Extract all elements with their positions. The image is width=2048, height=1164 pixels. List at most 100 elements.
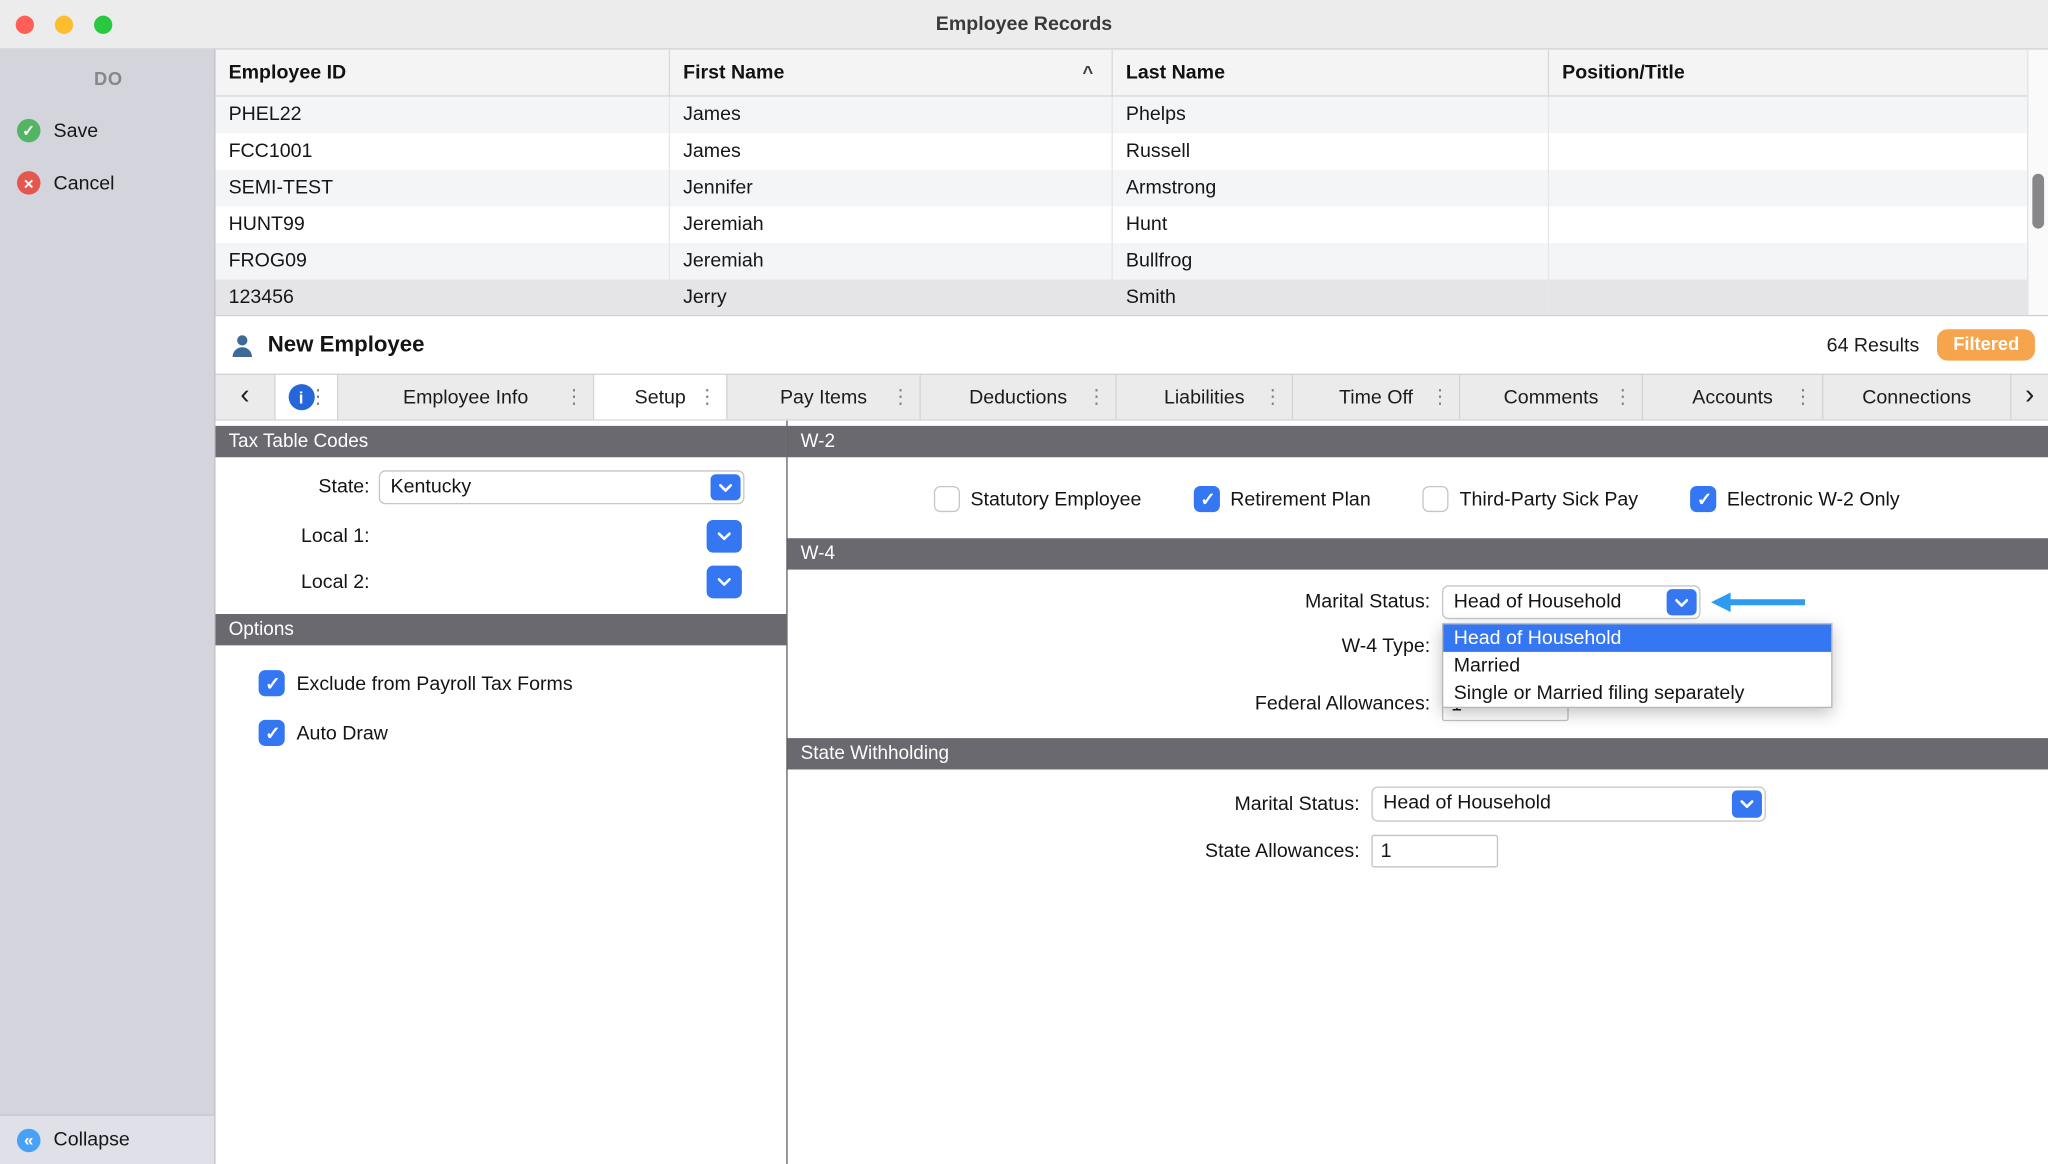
state-label: State: (216, 470, 370, 504)
person-icon (229, 331, 256, 358)
column-header-last-name[interactable]: Last Name (1113, 50, 1549, 96)
ellipsis-icon: ⋮ (891, 387, 911, 407)
ellipsis-icon: ⋮ (1087, 387, 1107, 407)
checkbox-retirement-plan[interactable] (1194, 486, 1220, 512)
section-header-w4: W-4 (788, 538, 2048, 569)
title-bar: Employee Records (0, 0, 2048, 50)
local1-label: Local 1: (216, 520, 370, 553)
ellipsis-icon: ⋮ (564, 387, 584, 407)
collapse-icon: « (17, 1128, 41, 1152)
state-marital-status-combobox[interactable]: Head of Household (1371, 786, 1765, 821)
chevron-down-icon[interactable] (1732, 790, 1762, 817)
table-row[interactable]: PHEL22 James Phelps (216, 97, 2048, 134)
sort-ascending-icon: ^ (1083, 50, 1094, 96)
chevron-down-icon[interactable] (711, 474, 741, 500)
cancel-label: Cancel (54, 172, 115, 194)
table-row[interactable]: 123456 Jerry Smith (216, 280, 2048, 317)
state-combobox[interactable]: Kentucky (379, 470, 745, 504)
tab-employee-info[interactable]: Employee Info ⋮ (338, 375, 594, 419)
x-icon: × (17, 171, 41, 195)
collapse-label: Collapse (54, 1129, 130, 1151)
tab-liabilities[interactable]: Liabilities ⋮ (1117, 375, 1293, 419)
check-icon: ✓ (17, 119, 41, 143)
table-header-row: Employee ID First Name ^ Last Name Posit… (216, 50, 2048, 97)
tab-time-off[interactable]: Time Off ⋮ (1293, 375, 1460, 419)
checkbox-statutory-employee[interactable] (934, 486, 960, 512)
table-row[interactable]: SEMI-TEST Jennifer Armstrong (216, 170, 2048, 207)
tab-setup[interactable]: Setup ⋮ (594, 375, 727, 419)
chevron-right-icon: › (2025, 381, 2034, 412)
checkbox-exclude-payroll-tax-forms[interactable] (259, 670, 285, 696)
section-header-w2: W-2 (788, 426, 2048, 457)
ellipsis-icon: ⋮ (1430, 387, 1450, 407)
menu-item-head-of-household[interactable]: Head of Household (1443, 624, 1831, 651)
tab-pay-items[interactable]: Pay Items ⋮ (728, 375, 921, 419)
local1-dropdown-button[interactable] (707, 520, 742, 553)
chevron-down-icon[interactable] (1667, 589, 1697, 615)
column-header-position-title[interactable]: Position/Title (1549, 50, 2048, 96)
scrollbar-thumb[interactable] (2032, 174, 2044, 229)
employee-table: Employee ID First Name ^ Last Name Posit… (216, 50, 2048, 317)
tab-comments[interactable]: Comments ⋮ (1460, 375, 1643, 419)
tab-content: Tax Table Codes State: Kentucky Local 1:… (216, 421, 2048, 1164)
sidebar: DO ✓ Save × Cancel « Collapse (0, 50, 216, 1164)
left-panel: Tax Table Codes State: Kentucky Local 1:… (216, 421, 787, 1164)
close-button[interactable] (16, 16, 34, 34)
w2-checkbox-row: Statutory Employee Retirement Plan Third… (934, 485, 1900, 514)
zoom-button[interactable] (94, 16, 112, 34)
state-marital-status-label: Marital Status: (788, 786, 1360, 821)
ellipsis-icon: ⋮ (308, 387, 328, 407)
tabs-scroll-right-button[interactable]: › (2011, 375, 2048, 419)
save-label: Save (54, 120, 99, 142)
w4-marital-status-value: Head of Household (1443, 587, 1699, 617)
table-row[interactable]: FCC1001 James Russell (216, 133, 2048, 170)
ellipsis-icon: ⋮ (697, 387, 717, 407)
table-row[interactable]: HUNT99 Jeremiah Hunt (216, 206, 2048, 243)
cancel-button[interactable]: × Cancel (17, 169, 115, 198)
state-allowances-input[interactable] (1371, 835, 1498, 868)
app-window: Employee Records DO ✓ Save × Cancel « Co… (0, 0, 2048, 1164)
marital-status-dropdown-menu: Head of Household Married Single or Marr… (1442, 623, 1833, 708)
annotation-arrow-icon (1711, 592, 1805, 619)
w4-marital-status-label: Marital Status: (788, 585, 1431, 619)
column-header-first-name[interactable]: First Name ^ (670, 50, 1113, 96)
w4-marital-status-combobox[interactable]: Head of Household (1442, 585, 1701, 619)
w2-statutory-employee: Statutory Employee (934, 486, 1142, 512)
menu-item-single-or-married-filing-separately[interactable]: Single or Married filing separately (1443, 679, 1831, 706)
ellipsis-icon: ⋮ (1613, 387, 1633, 407)
section-header-state-withholding: State Withholding (788, 738, 2048, 769)
filtered-badge[interactable]: Filtered (1938, 330, 2035, 361)
tab-record-info[interactable]: i ⋮ (276, 375, 339, 419)
state-value: Kentucky (380, 472, 743, 502)
menu-item-married[interactable]: Married (1443, 652, 1831, 679)
state-allowances-label: State Allowances: (788, 835, 1360, 868)
w2-electronic-w2-only: Electronic W-2 Only (1690, 486, 1899, 512)
ellipsis-icon: ⋮ (1793, 387, 1813, 407)
tab-deductions[interactable]: Deductions ⋮ (921, 375, 1117, 419)
tab-accounts[interactable]: Accounts ⋮ (1643, 375, 1823, 419)
checkbox-third-party-sick-pay[interactable] (1423, 486, 1449, 512)
section-header-tax-table-codes: Tax Table Codes (216, 426, 787, 457)
federal-allowances-label: Federal Allowances: (788, 687, 1431, 721)
tab-bar: ‹ i ⋮ Employee Info ⋮ Setup ⋮ Pay Items … (216, 374, 2048, 421)
save-button[interactable]: ✓ Save (17, 116, 98, 145)
minimize-button[interactable] (55, 16, 73, 34)
local2-dropdown-button[interactable] (707, 566, 742, 599)
option-auto-draw: Auto Draw (259, 719, 388, 748)
column-header-employee-id[interactable]: Employee ID (216, 50, 671, 96)
collapse-button[interactable]: « Collapse (0, 1114, 214, 1164)
window-title: Employee Records (0, 13, 2048, 35)
table-scrollbar (2027, 50, 2048, 315)
record-title: New Employee (268, 332, 425, 358)
tabs-scroll-left-button[interactable]: ‹ (216, 375, 276, 419)
sidebar-header: DO (94, 68, 123, 89)
checkbox-electronic-w2-only[interactable] (1690, 486, 1716, 512)
record-bar: New Employee 64 Results Filtered (216, 316, 2048, 373)
results-count: 64 Results (1827, 334, 1920, 356)
section-header-options: Options (216, 614, 787, 645)
state-marital-status-value: Head of Household (1373, 788, 1765, 819)
w4-type-label: W-4 Type: (788, 632, 1431, 659)
tab-connections[interactable]: Connections (1823, 375, 2011, 419)
table-row[interactable]: FROG09 Jeremiah Bullfrog (216, 243, 2048, 280)
checkbox-auto-draw[interactable] (259, 720, 285, 746)
